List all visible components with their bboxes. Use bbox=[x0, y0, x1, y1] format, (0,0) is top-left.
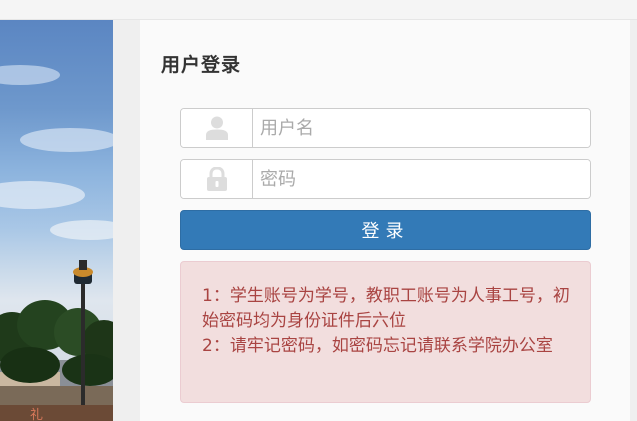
login-notice-alert: 1：学生账号为学号，教职工账号为人事工号，初始密码均为身份证件后六位 2：请牢记… bbox=[180, 261, 591, 403]
username-input[interactable] bbox=[253, 109, 590, 147]
column-gutter bbox=[113, 20, 140, 421]
notice-line-password: 2：请牢记密码，如密码忘记请联系学院办公室 bbox=[202, 336, 553, 356]
password-input-group bbox=[180, 159, 591, 199]
notice-line-account: 1：学生账号为学号，教职工账号为人事工号，初始密码均为身份证件后六位 bbox=[202, 286, 570, 331]
login-panel: 用户登录 登录 1：学生账号为学号，教职工账号为人事工号，初始密码均为身份证件后… bbox=[140, 20, 630, 421]
campus-background-image: 礼 bbox=[0, 20, 113, 421]
password-input[interactable] bbox=[253, 160, 590, 198]
login-button[interactable]: 登录 bbox=[180, 210, 591, 250]
user-icon bbox=[181, 109, 253, 147]
lock-icon bbox=[181, 160, 253, 198]
login-title: 用户登录 bbox=[161, 54, 242, 76]
top-bar bbox=[0, 0, 637, 20]
username-input-group bbox=[180, 108, 591, 148]
svg-text:礼: 礼 bbox=[30, 407, 43, 421]
